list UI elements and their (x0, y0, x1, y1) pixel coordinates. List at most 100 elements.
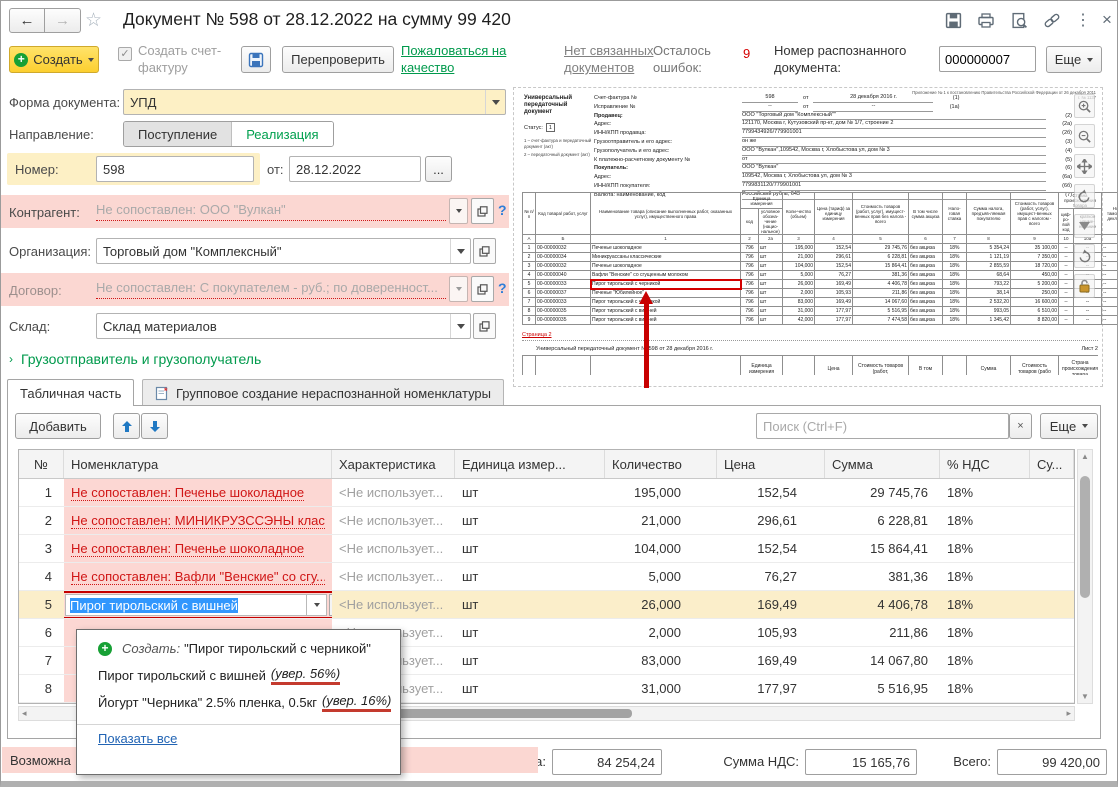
column-header-nomenclature[interactable]: Номенклатура (64, 450, 332, 478)
print-icon[interactable] (974, 9, 998, 31)
cell-sum[interactable]: 29 745,76 (825, 479, 940, 506)
cell-sum2[interactable] (1030, 591, 1074, 618)
table-row-2[interactable]: 2Не сопоставлен: МИНИКРУЗССЭНЫ клас...<Н… (19, 507, 1074, 535)
scroll-right-icon[interactable]: ▸ (1066, 708, 1071, 719)
open-button[interactable] (329, 594, 332, 616)
more-button-table[interactable]: Еще (1040, 413, 1098, 439)
cell-num[interactable]: 5 (19, 591, 64, 618)
preview-icon[interactable] (1007, 9, 1031, 31)
favorite-star-icon[interactable]: ☆ (85, 9, 102, 32)
organization-open-button[interactable] (473, 238, 496, 264)
cell-characteristic[interactable]: <Не использует... (332, 563, 455, 590)
cell-unit[interactable]: шт (455, 563, 605, 590)
cell-characteristic[interactable]: <Не использует... (332, 591, 455, 618)
cell-qty[interactable]: 83,000 (605, 647, 717, 674)
scroll-up-icon[interactable]: ▲ (1078, 452, 1092, 461)
column-header-num[interactable]: № (19, 450, 64, 478)
warehouse-combo[interactable]: Склад материалов (96, 313, 471, 339)
table-row-1[interactable]: 1Не сопоставлен: Печенье шоколадное<Не и… (19, 479, 1074, 507)
column-header-characteristic[interactable]: Характеристика (332, 450, 455, 478)
pan-icon[interactable] (1074, 154, 1095, 178)
cell-num[interactable]: 6 (19, 619, 64, 646)
cell-num[interactable]: 2 (19, 507, 64, 534)
more-dots-icon[interactable]: ⋮ (1071, 9, 1095, 31)
cell-sum2[interactable] (1030, 479, 1074, 506)
cell-price[interactable]: 169,49 (717, 647, 825, 674)
cell-sum[interactable]: 5 516,95 (825, 675, 940, 702)
contract-open-button[interactable] (471, 276, 494, 302)
column-header-unit[interactable]: Единица измер... (455, 450, 605, 478)
tab-group-create[interactable]: * Групповое создание нераспознанной номе… (142, 379, 504, 406)
clear-search-button[interactable]: × (1009, 413, 1032, 439)
cell-sum[interactable]: 211,86 (825, 619, 940, 646)
cell-unit[interactable]: шт (455, 507, 605, 534)
counterparty-open-button[interactable] (471, 198, 494, 224)
recognized-number-input[interactable] (939, 46, 1036, 72)
cell-vat[interactable]: 18% (940, 647, 1030, 674)
table-row-5[interactable]: 5Пирог тирольский с вишней <Не использует… (19, 591, 1074, 619)
zoom-out-icon[interactable] (1074, 124, 1095, 148)
cell-unit[interactable]: шт (455, 479, 605, 506)
create-suggestion-item[interactable]: + Создать: "Пирог тирольский с черникой" (77, 635, 400, 662)
recheck-button[interactable]: Перепроверить (282, 46, 394, 73)
cell-num[interactable]: 4 (19, 563, 64, 590)
cell-qty[interactable]: 31,000 (605, 675, 717, 702)
cell-qty[interactable]: 2,000 (605, 619, 717, 646)
rotate-left-icon[interactable] (1074, 184, 1095, 208)
create-button[interactable]: + Создать (9, 46, 99, 73)
vertical-scrollbar[interactable]: ▲ ▼ (1077, 449, 1093, 704)
cell-qty[interactable]: 195,000 (605, 479, 717, 506)
cell-vat[interactable]: 18% (940, 563, 1030, 590)
chevron-down-icon[interactable] (485, 90, 505, 114)
counterparty-dropdown-arrow[interactable] (449, 198, 468, 224)
complain-quality-link[interactable]: Пожаловаться на качество (401, 42, 521, 76)
column-header-vat[interactable]: % НДС (940, 450, 1030, 478)
cell-sum[interactable]: 4 406,78 (825, 591, 940, 618)
contract-input[interactable]: Не сопоставлен: С покупателем - руб.; по… (96, 277, 446, 299)
column-header-sum[interactable]: Сумма (825, 450, 940, 478)
cell-unit[interactable]: шт (455, 647, 605, 674)
cell-price[interactable]: 169,49 (717, 591, 825, 618)
cell-nomenclature[interactable]: Не сопоставлен: Печенье шоколадное (64, 535, 332, 562)
cell-sum2[interactable] (1030, 507, 1074, 534)
link-icon[interactable] (1040, 9, 1064, 31)
scroll-left-icon[interactable]: ◂ (22, 708, 27, 719)
dropdown-arrow-button[interactable] (307, 594, 327, 616)
nomenclature-edit-field[interactable]: Пирог тирольский с вишней (65, 594, 307, 616)
cell-unit[interactable]: шт (455, 675, 605, 702)
warehouse-open-button[interactable] (473, 313, 496, 339)
column-header-price[interactable]: Цена (717, 450, 825, 478)
search-input[interactable] (756, 413, 1009, 439)
column-header-sum2[interactable]: Су... (1030, 450, 1074, 478)
contract-help[interactable]: ? (498, 280, 507, 296)
cell-price[interactable]: 76,27 (717, 563, 825, 590)
cell-characteristic[interactable]: <Не использует... (332, 479, 455, 506)
date-input[interactable]: 28.12.2022 (289, 156, 421, 182)
cell-vat[interactable]: 18% (940, 619, 1030, 646)
direction-option-receipt[interactable]: Поступление (124, 122, 231, 146)
table-row-3[interactable]: 3Не сопоставлен: Печенье шоколадное<Не и… (19, 535, 1074, 563)
cell-qty[interactable]: 5,000 (605, 563, 717, 590)
chevron-down-icon[interactable] (450, 314, 470, 338)
cell-num[interactable]: 3 (19, 535, 64, 562)
cell-vat[interactable]: 18% (940, 535, 1030, 562)
doc-form-combo[interactable]: УПД (123, 89, 506, 115)
cell-nomenclature[interactable]: Не сопоставлен: Печенье шоколадное (64, 479, 332, 506)
move-down-button[interactable] (141, 413, 168, 439)
date-picker-button[interactable]: ... (425, 156, 452, 182)
save-record-button[interactable] (241, 46, 271, 73)
cell-price[interactable]: 296,61 (717, 507, 825, 534)
cell-sum[interactable]: 6 228,81 (825, 507, 940, 534)
cell-sum2[interactable] (1030, 647, 1074, 674)
cell-characteristic[interactable]: <Не использует... (332, 535, 455, 562)
show-all-link[interactable]: Показать все (77, 731, 400, 746)
more-button-top[interactable]: Еще (1046, 46, 1102, 73)
chevron-down-icon[interactable] (450, 239, 470, 263)
nomenclature-editor[interactable]: Пирог тирольский с вишней (64, 591, 332, 618)
forward-button[interactable]: → (45, 8, 81, 33)
create-invoice-checkbox[interactable]: ✓ (118, 47, 132, 61)
cell-unit[interactable]: шт (455, 591, 605, 618)
cell-vat[interactable]: 18% (940, 591, 1030, 618)
cell-sum[interactable]: 14 067,80 (825, 647, 940, 674)
tab-table-part[interactable]: Табличная часть (7, 379, 134, 406)
